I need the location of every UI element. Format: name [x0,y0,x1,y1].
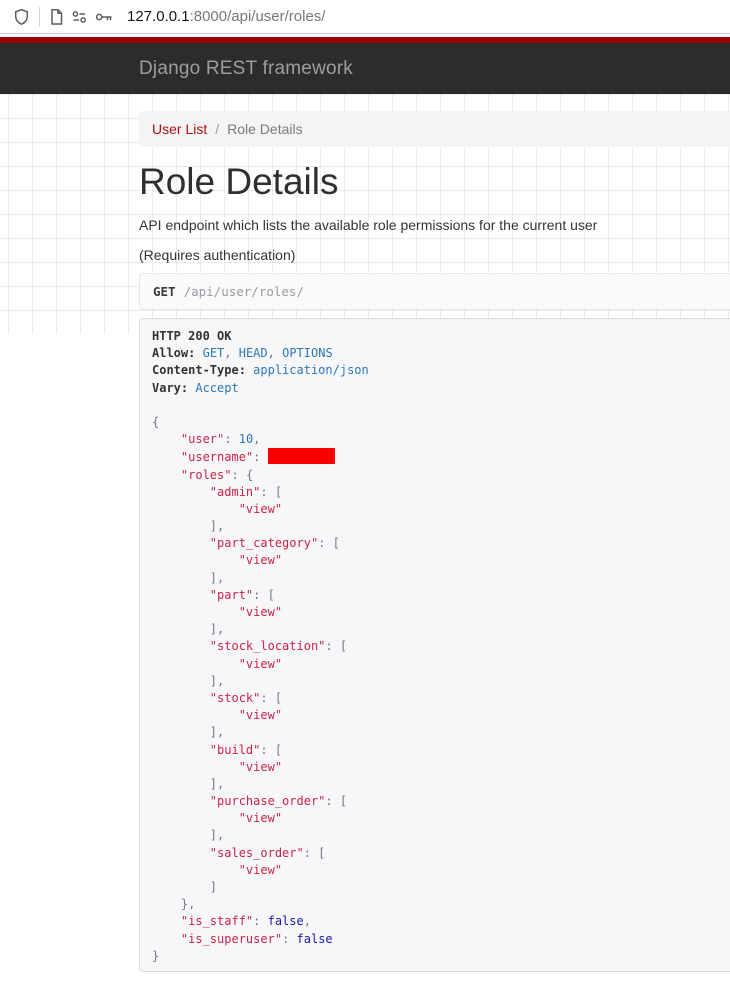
breadcrumb-separator: / [215,121,219,137]
breadcrumb-user-list-link[interactable]: User List [152,121,207,137]
request-bar: GET /api/user/roles/ [139,273,730,310]
key-icon[interactable] [95,7,114,27]
browser-address-bar[interactable]: 127.0.0.1:8000/api/user/roles/ [0,0,730,34]
address-bar-divider [39,7,40,27]
brand-title[interactable]: Django REST framework [139,58,353,80]
response-block: HTTP 200 OK Allow: GET, HEAD, OPTIONS Co… [139,318,730,972]
url-text[interactable]: 127.0.0.1:8000/api/user/roles/ [127,8,325,25]
breadcrumb: User List / Role Details [139,111,730,147]
page-icon[interactable] [49,7,64,27]
url-host: 127.0.0.1 [127,8,190,25]
url-path: :8000/api/user/roles/ [190,8,326,25]
response-body: HTTP 200 OK Allow: GET, HEAD, OPTIONS Co… [152,328,719,965]
page-description: API endpoint which lists the available r… [139,217,597,233]
request-method: GET [153,284,176,299]
breadcrumb-current: Role Details [227,121,302,137]
shield-icon[interactable] [13,7,30,27]
request-path: /api/user/roles/ [184,284,304,299]
browser-window: { "browser": { "url_host": "127.0.0.1", … [0,0,730,986]
page-title: Role Details [139,162,338,203]
app-header: Django REST framework [0,43,730,94]
permissions-icon[interactable] [71,7,89,27]
auth-note: (Requires authentication) [139,247,295,263]
redaction-box [268,448,335,464]
